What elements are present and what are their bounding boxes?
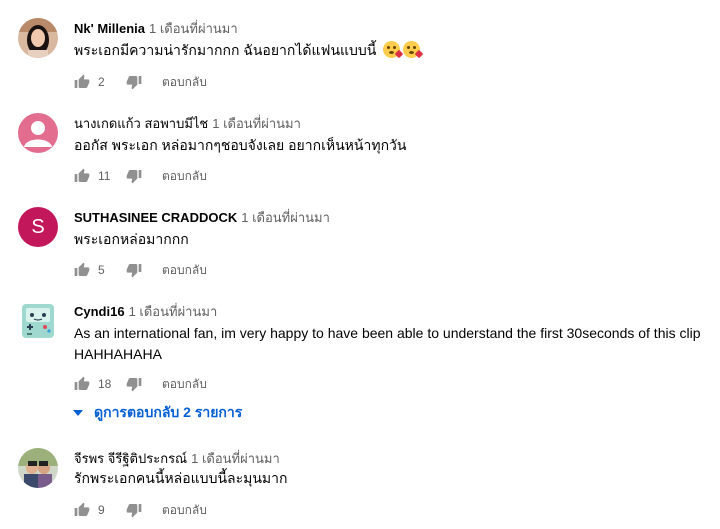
caret-down-icon bbox=[70, 405, 86, 421]
kissing-heart-emoji-icon bbox=[383, 41, 404, 59]
avatar[interactable] bbox=[18, 113, 58, 153]
comment-text: พระเอกหล่อมากกก bbox=[74, 231, 189, 247]
dislike-button[interactable] bbox=[124, 374, 144, 394]
comment-timestamp[interactable]: 1 เดือนที่ผ่านมา bbox=[129, 304, 218, 319]
reply-button[interactable]: ตอบกลับ bbox=[162, 73, 207, 92]
comment-timestamp[interactable]: 1 เดือนที่ผ่านมา bbox=[241, 210, 330, 225]
like-count: 18 bbox=[98, 377, 112, 391]
like-count: 5 bbox=[98, 263, 105, 277]
avatar-letter: S bbox=[31, 215, 45, 238]
comment-author[interactable]: นางเกดแก้ว สอพาบมีไช bbox=[74, 116, 208, 131]
comment-text: พระเอกมีความน่ารักมากกก ฉันอยากได้แฟนแบบ… bbox=[74, 40, 714, 61]
reply-button[interactable]: ตอบกลับ bbox=[162, 167, 207, 186]
comment-timestamp[interactable]: 1 เดือนที่ผ่านมา bbox=[191, 451, 280, 466]
like-button[interactable] bbox=[72, 166, 92, 186]
dislike-button[interactable] bbox=[124, 500, 144, 520]
comment-author[interactable]: Nk' Millenia bbox=[74, 21, 145, 36]
thumbs-down-icon bbox=[126, 264, 142, 278]
comment-text: ออกัส พระเอก หล่อมากๆชอบจังเลย อยากเห็นห… bbox=[74, 137, 407, 153]
view-replies-button[interactable]: ดูการตอบกลับ 2 รายการ bbox=[70, 402, 242, 424]
thumbs-up-icon bbox=[74, 74, 90, 88]
comment-author[interactable]: SUTHASINEE CRADDOCK bbox=[74, 210, 237, 225]
comment-author[interactable]: จีรพร จีรีฐิติประกรณ์ bbox=[74, 451, 187, 466]
thumbs-up-icon bbox=[74, 376, 90, 390]
thumbs-down-icon bbox=[126, 76, 142, 90]
thumbs-up-icon bbox=[74, 168, 90, 182]
thumbs-down-icon bbox=[126, 170, 142, 184]
comment-text: รักพระเอกคนนี้หล่อแบบนี้ละมุนมาก bbox=[74, 470, 288, 486]
like-count: 9 bbox=[98, 503, 105, 517]
thumbs-up-icon bbox=[74, 502, 90, 516]
avatar[interactable]: S bbox=[18, 207, 58, 247]
comment-actions: 2 ตอบกลับ bbox=[72, 70, 207, 94]
avatar[interactable] bbox=[18, 448, 58, 488]
like-count: 2 bbox=[98, 75, 105, 89]
view-replies-label: ดูการตอบกลับ 2 รายการ bbox=[94, 404, 243, 420]
avatar[interactable] bbox=[18, 18, 58, 58]
comment-timestamp[interactable]: 1 เดือนที่ผ่านมา bbox=[149, 21, 238, 36]
avatar[interactable] bbox=[18, 301, 58, 341]
comment-actions: 9 ตอบกลับ bbox=[72, 498, 207, 522]
like-button[interactable] bbox=[72, 72, 92, 92]
robot-avatar-icon bbox=[22, 304, 54, 338]
thumbs-down-icon bbox=[126, 378, 142, 392]
comment-author[interactable]: Cyndi16 bbox=[74, 304, 125, 319]
thumbs-up-icon bbox=[74, 262, 90, 276]
comment-text: As an international fan, im very happy t… bbox=[74, 323, 714, 365]
reply-button[interactable]: ตอบกลับ bbox=[162, 375, 207, 394]
like-count: 11 bbox=[98, 169, 111, 183]
reply-button[interactable]: ตอบกลับ bbox=[162, 261, 207, 280]
comment-text-line: HAHHAHAHA bbox=[74, 346, 162, 362]
reply-button[interactable]: ตอบกลับ bbox=[162, 501, 207, 520]
dislike-button[interactable] bbox=[124, 166, 144, 186]
like-button[interactable] bbox=[72, 260, 92, 280]
dislike-button[interactable] bbox=[124, 72, 144, 92]
comment-actions: 5 ตอบกลับ bbox=[72, 258, 207, 282]
like-button[interactable] bbox=[72, 374, 92, 394]
like-button[interactable] bbox=[72, 500, 92, 520]
kissing-heart-emoji-icon bbox=[403, 41, 424, 59]
comment-timestamp[interactable]: 1 เดือนที่ผ่านมา bbox=[212, 116, 301, 131]
comment-text-line: As an international fan, im very happy t… bbox=[74, 325, 701, 341]
comment-actions: 18 ตอบกลับ bbox=[72, 372, 207, 396]
thumbs-down-icon bbox=[126, 504, 142, 518]
dislike-button[interactable] bbox=[124, 260, 144, 280]
default-person-avatar-icon bbox=[24, 121, 52, 147]
comment-actions: 11 ตอบกลับ bbox=[72, 164, 207, 188]
